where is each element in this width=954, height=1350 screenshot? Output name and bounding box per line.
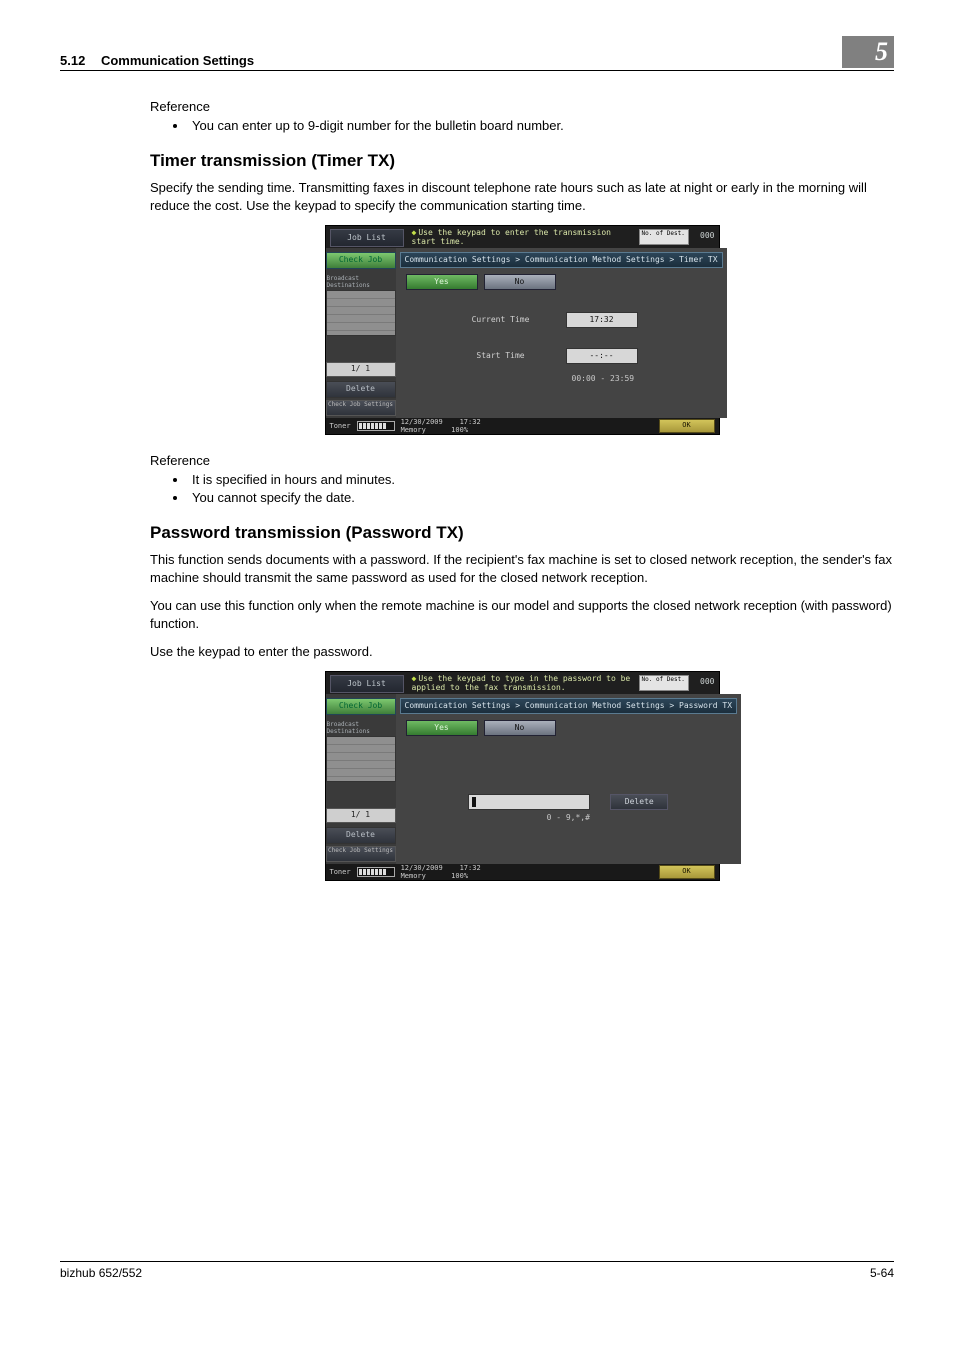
no-button[interactable]: No <box>484 720 556 736</box>
job-list-button[interactable]: Job List <box>330 229 404 247</box>
reference-list-2: It is specified in hours and minutes. Yo… <box>150 472 894 505</box>
footer-date: 12/30/2009 <box>401 864 443 872</box>
start-time-label: Start Time <box>466 351 536 360</box>
section-number: 5.12 <box>60 53 85 68</box>
broadcast-label: Broadcast Destinations <box>327 275 395 289</box>
memory-value: 100% <box>451 426 468 434</box>
para-timer-tx: Specify the sending time. Transmitting f… <box>150 179 894 215</box>
para-password-2: You can use this function only when the … <box>150 597 894 633</box>
pager: 1/ 1 <box>326 362 396 377</box>
charset-hint: 0 - 9,*,# <box>396 813 742 822</box>
password-field[interactable] <box>468 794 590 810</box>
broadcast-label: Broadcast Destinations <box>327 721 395 735</box>
dest-count-value: 000 <box>693 226 719 248</box>
heading-password-tx: Password transmission (Password TX) <box>150 523 894 543</box>
yes-button[interactable]: Yes <box>406 720 478 736</box>
footer-time: 17:32 <box>460 418 481 426</box>
memory-label: Memory <box>401 426 426 434</box>
dest-count-value: 000 <box>693 672 719 694</box>
no-button[interactable]: No <box>484 274 556 290</box>
breadcrumb: Communication Settings > Communication M… <box>400 252 723 268</box>
ok-button[interactable]: OK <box>659 419 715 433</box>
start-time-range: 00:00 - 23:59 <box>572 374 635 383</box>
toner-gauge-icon <box>357 421 395 431</box>
pager: 1/ 1 <box>326 808 396 823</box>
toner-gauge-icon <box>357 867 395 877</box>
job-list-button[interactable]: Job List <box>330 675 404 693</box>
breadcrumb: Communication Settings > Communication M… <box>400 698 738 714</box>
heading-timer-tx: Timer transmission (Timer TX) <box>150 151 894 171</box>
check-job-settings-button[interactable]: Check Job Settings <box>326 400 396 416</box>
check-job-settings-button[interactable]: Check Job Settings <box>326 846 396 862</box>
toner-label: Toner <box>330 868 351 876</box>
reference-item: It is specified in hours and minutes. <box>188 472 894 487</box>
broadcast-list <box>326 736 396 782</box>
reference-item: You cannot specify the date. <box>188 490 894 505</box>
footer-date: 12/30/2009 <box>401 418 443 426</box>
chapter-tab: 5 <box>842 36 894 68</box>
check-job-button[interactable]: Check Job <box>326 698 396 715</box>
side-delete-button[interactable]: Delete <box>326 827 396 844</box>
side-delete-button[interactable]: Delete <box>326 381 396 398</box>
dest-count-box: No. of Dest. <box>639 229 689 245</box>
screen-hint: ◆Use the keypad to enter the transmissio… <box>408 226 635 248</box>
screen-hint: ◆Use the keypad to type in the password … <box>408 672 635 694</box>
broadcast-list <box>326 290 396 336</box>
para-password-3: Use the keypad to enter the password. <box>150 643 894 661</box>
page-footer: bizhub 652/552 5-64 <box>60 1261 894 1280</box>
para-password-1: This function sends documents with a pas… <box>150 551 894 587</box>
reference-label-2: Reference <box>150 453 894 468</box>
reference-label-1: Reference <box>150 99 894 114</box>
footer-pagenum: 5-64 <box>870 1266 894 1280</box>
memory-value: 100% <box>451 872 468 880</box>
mfp-screen-password: Job List ◆Use the keypad to type in the … <box>325 671 720 881</box>
current-time-label: Current Time <box>466 315 536 324</box>
memory-label: Memory <box>401 872 426 880</box>
reference-list-1: You can enter up to 9-digit number for t… <box>150 118 894 133</box>
mfp-screen-timer: Job List ◆Use the keypad to enter the tr… <box>325 225 720 435</box>
ok-button[interactable]: OK <box>659 865 715 879</box>
toner-label: Toner <box>330 422 351 430</box>
dest-count-box: No. of Dest. <box>639 675 689 691</box>
current-time-value: 17:32 <box>566 312 638 328</box>
footer-product: bizhub 652/552 <box>60 1266 142 1280</box>
delete-button[interactable]: Delete <box>610 794 668 810</box>
check-job-button[interactable]: Check Job <box>326 252 396 269</box>
section-title: Communication Settings <box>101 53 254 68</box>
page-header: 5.12 Communication Settings 5 <box>60 36 894 71</box>
reference-item: You can enter up to 9-digit number for t… <box>188 118 894 133</box>
start-time-field[interactable]: --:-- <box>566 348 638 364</box>
yes-button[interactable]: Yes <box>406 274 478 290</box>
footer-time: 17:32 <box>460 864 481 872</box>
